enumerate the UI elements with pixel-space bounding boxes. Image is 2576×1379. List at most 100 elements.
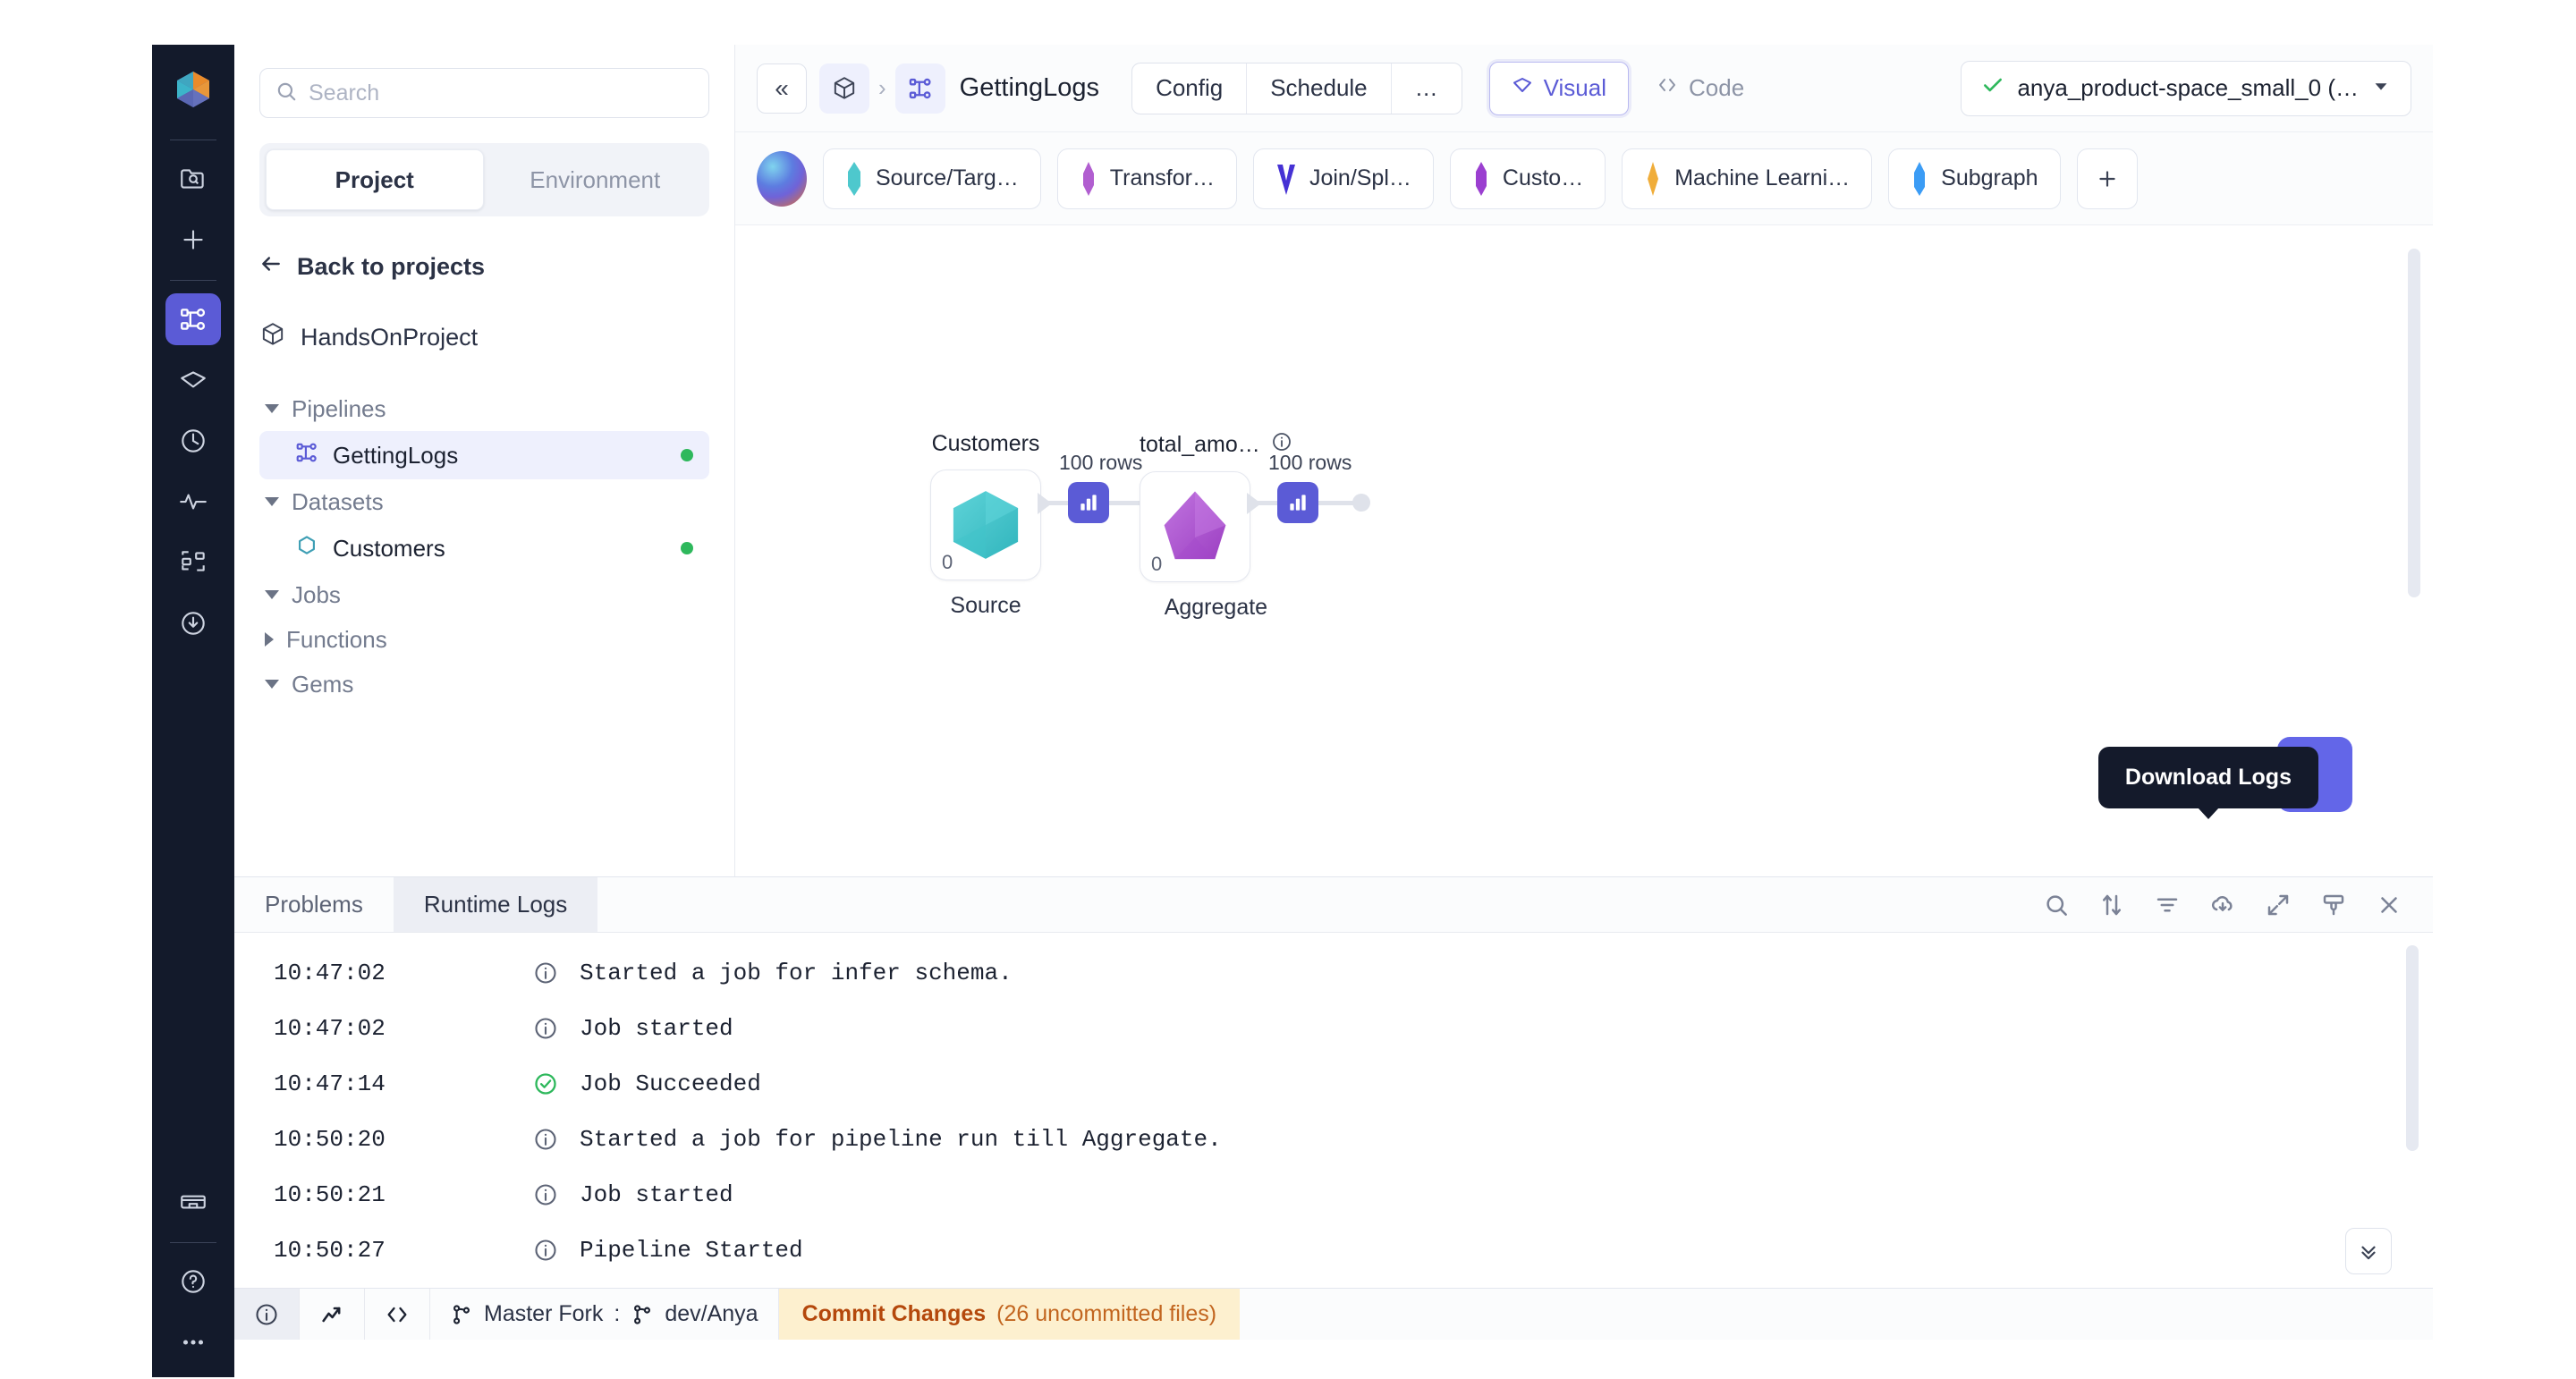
log-message: Started a job for infer schema.: [580, 960, 1013, 986]
branch-selector[interactable]: Master Fork : dev/Anya: [430, 1289, 779, 1340]
tab-visual[interactable]: Visual: [1489, 62, 1629, 115]
pipeline-toolbar: « › GettingLogs Config Sche: [735, 45, 2433, 132]
info-icon: [254, 1302, 279, 1327]
gem-label: Join/Spl…: [1309, 165, 1411, 191]
environment-selector[interactable]: anya_product-space_small_0 (…: [1961, 61, 2411, 116]
status-trend-button[interactable]: [300, 1289, 365, 1340]
node-source[interactable]: Customers 0 Source: [930, 431, 1041, 619]
filter-icon[interactable]: [2154, 892, 2181, 918]
breadcrumb-pipeline-button[interactable]: [895, 63, 945, 114]
monitoring-pulse-icon[interactable]: [165, 476, 221, 528]
log-row: 10:50:20 Started a job for pipeline run …: [234, 1112, 2433, 1167]
tree-group-datasets[interactable]: Datasets: [259, 479, 709, 524]
gem-palette: Source/Targ… Transfor… Join/Spl… Custo…: [735, 132, 2433, 225]
gem-source-target[interactable]: Source/Targ…: [823, 148, 1041, 209]
log-timestamp: 10:50:21: [274, 1181, 533, 1208]
prophecy-logo[interactable]: [168, 66, 218, 116]
node-box[interactable]: 0: [930, 470, 1041, 580]
add-gem-button[interactable]: [2077, 148, 2138, 209]
node-bottom-label: Source: [930, 593, 1041, 619]
status-bar-tail: [1240, 1289, 2433, 1340]
tab-environment[interactable]: Environment: [487, 149, 704, 210]
breadcrumb-project-button[interactable]: [819, 63, 869, 114]
commit-changes-button[interactable]: Commit Changes (26 uncommitted files): [779, 1289, 1241, 1340]
log-row: 10:50:21 Job started: [234, 1167, 2433, 1222]
tree-group-label: Datasets: [292, 488, 384, 516]
status-code-button[interactable]: [365, 1289, 430, 1340]
tree-group-pipelines[interactable]: Pipelines: [259, 386, 709, 431]
history-clock-icon[interactable]: [165, 415, 221, 467]
log-row: 10:47:14 Job Succeeded: [234, 1056, 2433, 1112]
config-button[interactable]: Config: [1132, 63, 1247, 114]
node-box[interactable]: 0: [1140, 471, 1250, 582]
add-icon[interactable]: [165, 214, 221, 266]
tree-group-label: Pipelines: [292, 395, 386, 423]
back-to-projects-link[interactable]: Back to projects: [259, 252, 709, 282]
cloud-download-icon[interactable]: [2209, 892, 2236, 918]
gem-shape-icon: [1275, 161, 1297, 197]
current-branch-label: dev/Anya: [665, 1301, 758, 1327]
gem-machine-learning[interactable]: Machine Learni…: [1622, 148, 1872, 209]
tab-project[interactable]: Project: [266, 149, 484, 210]
pipeline-actions-group: Config Schedule …: [1131, 63, 1462, 114]
sidebar-item-gettinglogs[interactable]: GettingLogs: [259, 431, 709, 479]
gem-custom[interactable]: Custo…: [1450, 148, 1606, 209]
close-icon[interactable]: [2376, 892, 2402, 918]
lineage-icon[interactable]: [165, 537, 221, 588]
log-message: Job started: [580, 1181, 733, 1208]
data-preview-chart-icon-1[interactable]: [1068, 482, 1109, 523]
gem-label: Machine Learni…: [1674, 165, 1850, 191]
search-box[interactable]: [259, 68, 709, 118]
expand-icon[interactable]: [2265, 892, 2292, 918]
scroll-to-bottom-button[interactable]: [2345, 1228, 2392, 1274]
tab-problems[interactable]: Problems: [234, 877, 394, 932]
project-cube-icon: [831, 75, 858, 102]
search-folder-icon[interactable]: [165, 153, 221, 205]
arrow-left-icon: [259, 252, 283, 282]
log-scrollbar[interactable]: [2406, 945, 2419, 1151]
more-icon[interactable]: [165, 1316, 221, 1368]
status-info-button[interactable]: [234, 1289, 300, 1340]
gem-subgraph[interactable]: Subgraph: [1888, 148, 2060, 209]
pipeline-icon: [295, 441, 318, 470]
back-to-projects-label: Back to projects: [297, 253, 485, 281]
search-icon[interactable]: [2043, 892, 2070, 918]
clear-logs-icon[interactable]: [2320, 892, 2347, 918]
canvas-scrollbar[interactable]: [2408, 249, 2420, 597]
download-logs-tooltip: Download Logs: [2098, 747, 2318, 808]
tab-code[interactable]: Code: [1634, 62, 1767, 115]
pipeline-canvas[interactable]: Customers 0 Source: [735, 225, 2433, 876]
project-name: HandsOnProject: [301, 324, 478, 351]
sidebar-item-pipelines[interactable]: [165, 293, 221, 345]
project-header[interactable]: HandsOnProject: [259, 321, 709, 354]
search-input[interactable]: [309, 80, 694, 106]
log-toolbar: [597, 877, 2433, 932]
tab-runtime-logs[interactable]: Runtime Logs: [394, 877, 597, 932]
sort-icon[interactable]: [2098, 892, 2125, 918]
git-branch-icon: [450, 1303, 473, 1326]
project-environment-toggle: Project Environment: [259, 143, 709, 216]
gem-shape-icon: [1911, 161, 1928, 197]
help-icon[interactable]: [165, 1256, 221, 1307]
deploy-download-icon[interactable]: [165, 597, 221, 649]
log-rows[interactable]: 10:47:02 Started a job for infer schema.…: [234, 933, 2433, 1289]
branch-separator: :: [614, 1301, 620, 1327]
collapse-sidebar-button[interactable]: «: [757, 63, 807, 114]
schedule-button[interactable]: Schedule: [1247, 63, 1391, 114]
gem-join-split[interactable]: Join/Spl…: [1253, 148, 1434, 209]
gem-transform[interactable]: Transfor…: [1057, 148, 1237, 209]
more-actions-button[interactable]: …: [1392, 63, 1462, 114]
tree-group-jobs[interactable]: Jobs: [259, 572, 709, 617]
environment-label: anya_product-space_small_0 (…: [2017, 74, 2359, 102]
gem-shape-icon: [845, 161, 863, 197]
storage-icon[interactable]: [165, 1176, 221, 1228]
edge-endpoint[interactable]: [1352, 494, 1370, 512]
copilot-orb[interactable]: [757, 151, 807, 207]
tree-group-label: Gems: [292, 671, 353, 698]
sidebar-item-customers[interactable]: Customers: [259, 524, 709, 572]
gem-icon[interactable]: [165, 354, 221, 406]
data-preview-chart-icon-2[interactable]: [1277, 482, 1318, 523]
tree-group-functions[interactable]: Functions: [259, 617, 709, 662]
tree-group-gems[interactable]: Gems: [259, 662, 709, 706]
gem-shape-icon: [1644, 161, 1662, 197]
